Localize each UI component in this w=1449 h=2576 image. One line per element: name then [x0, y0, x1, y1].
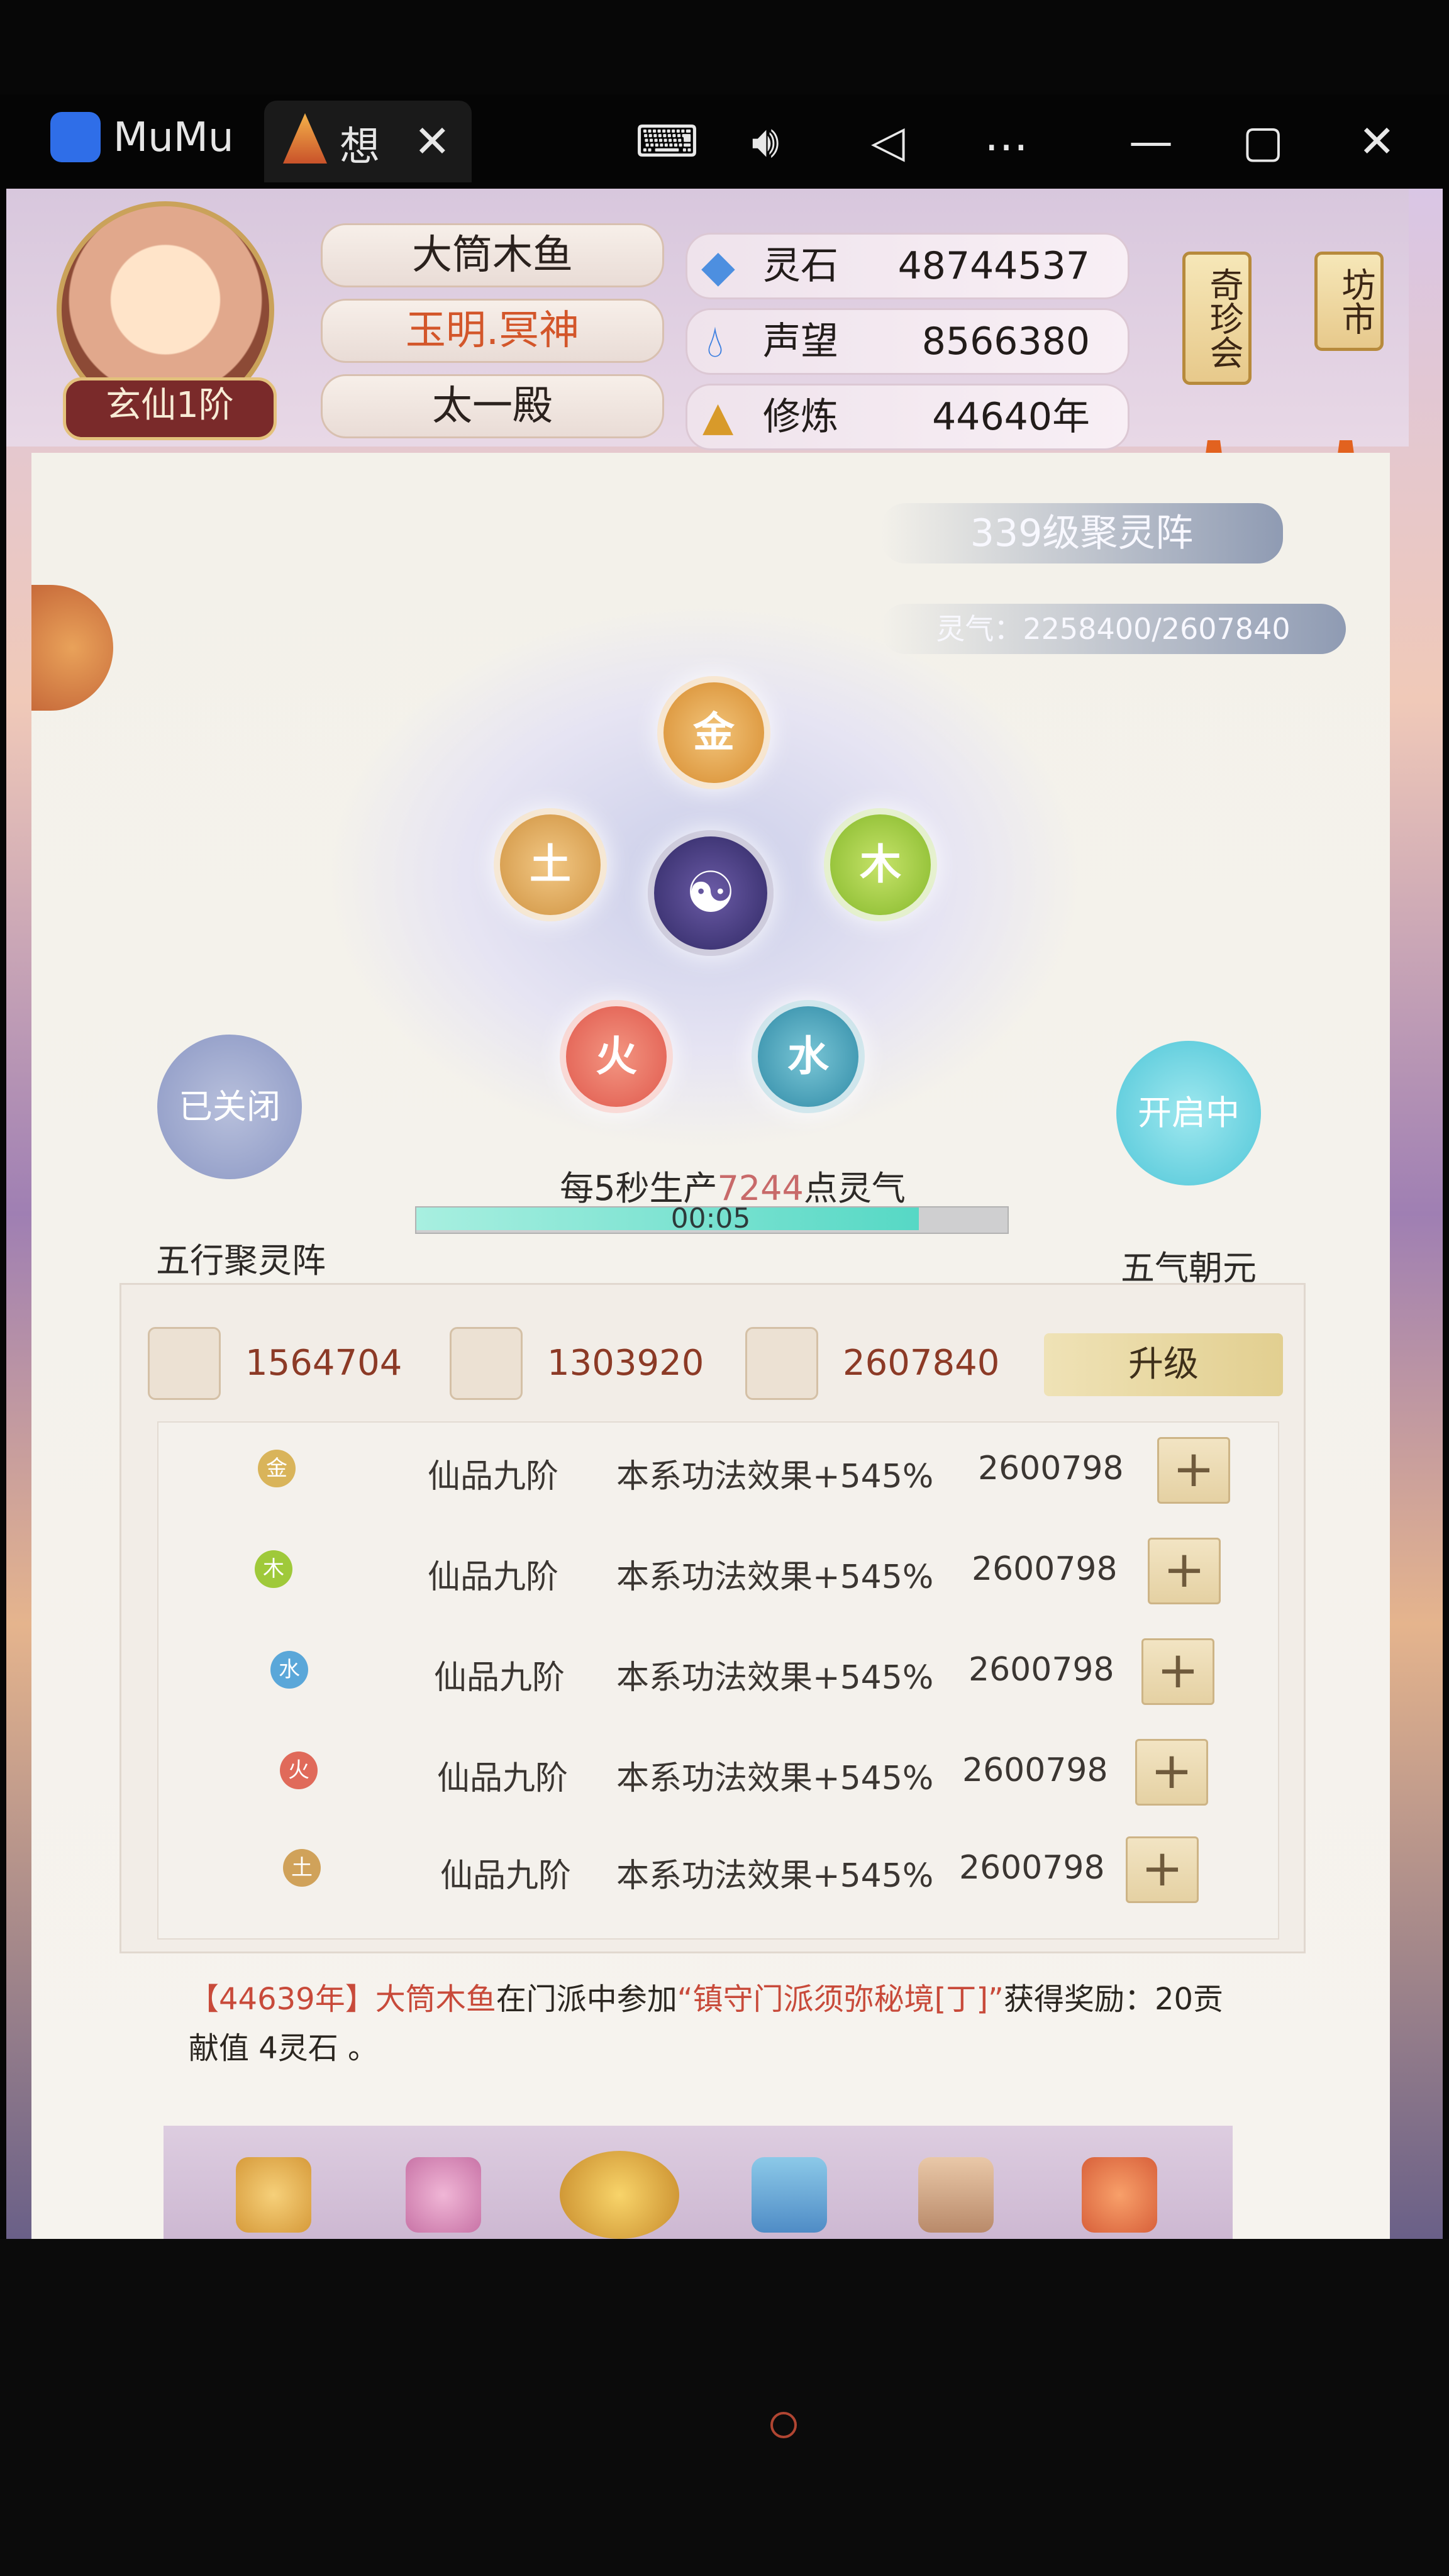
array-level: 339级聚灵阵 — [880, 503, 1283, 564]
resource-value: 1564704 — [245, 1343, 402, 1384]
back-icon[interactable]: ◁ — [871, 119, 905, 164]
player-name: 大筒木鱼 — [321, 223, 664, 287]
row-effect: 本系功法效果+545% — [616, 1558, 934, 1596]
element-row-metal: 金 仙品九阶 本系功法效果+545% 2600798 + — [157, 1434, 1277, 1504]
book-icon — [450, 1327, 523, 1400]
add-wood-button[interactable]: + — [1148, 1538, 1221, 1604]
stat-label: 灵石 — [763, 244, 838, 288]
water-icon: 水 — [270, 1651, 308, 1689]
bottom-icon-5[interactable] — [918, 2157, 994, 2233]
mumu-logo-icon — [50, 112, 101, 162]
stat-value: 48744537 — [897, 244, 1090, 288]
market-button[interactable]: 坊市 — [1314, 252, 1384, 351]
element-row-earth: 土 仙品九阶 本系功法效果+545% 2600798 + — [157, 1833, 1277, 1903]
five-element-array-toggle[interactable]: 已关闭 — [157, 1035, 302, 1179]
reputation-stat: 💧︎ 声望 8566380 — [686, 308, 1130, 375]
row-value: 2600798 — [972, 1550, 1118, 1588]
row-grade: 仙品九阶 — [428, 1458, 559, 1496]
keyboard-icon[interactable]: ⌨ — [635, 119, 699, 164]
bottom-icon-1[interactable] — [236, 2157, 311, 2233]
stat-label: 修炼 — [763, 395, 838, 439]
bottom-icon-6[interactable] — [1082, 2157, 1157, 2233]
yin-yang-icon: ☯ — [648, 830, 774, 956]
app-name: MuMu — [113, 114, 234, 161]
treasure-auction-button[interactable]: 奇珍会 — [1182, 252, 1252, 385]
add-fire-button[interactable]: + — [1135, 1739, 1208, 1806]
player-sect: 太一殿 — [321, 374, 664, 438]
five-qi-toggle[interactable]: 开启中 — [1116, 1041, 1261, 1185]
fire-icon: 火 — [280, 1752, 318, 1789]
water-orb: 水 — [752, 1000, 865, 1113]
row-grade: 仙品九阶 — [434, 1659, 565, 1697]
log-year: 【44639年】 — [189, 1982, 375, 2017]
add-metal-button[interactable]: + — [1157, 1437, 1230, 1504]
upgrade-button[interactable]: 升级 — [1044, 1333, 1283, 1396]
row-value: 2600798 — [978, 1450, 1124, 1487]
bottom-icon-2[interactable] — [406, 2157, 481, 2233]
earth-orb: 土 — [494, 808, 607, 921]
volume-icon[interactable]: 🔊︎ — [752, 119, 779, 164]
bottom-nav-bar — [164, 2126, 1233, 2239]
bottom-icon-4[interactable] — [752, 2157, 827, 2233]
stat-label: 声望 — [763, 319, 838, 364]
row-effect: 本系功法效果+545% — [616, 1760, 934, 1797]
element-row-water: 水 仙品九阶 本系功法效果+545% 2600798 + — [157, 1635, 1277, 1705]
row-value: 2600798 — [969, 1651, 1114, 1689]
power-icon — [770, 2412, 797, 2438]
minimize-icon[interactable]: — — [1129, 119, 1173, 164]
add-water-button[interactable]: + — [1141, 1638, 1214, 1705]
metal-icon: 金 — [258, 1450, 296, 1487]
element-row-wood: 木 仙品九阶 本系功法效果+545% 2600798 + — [157, 1535, 1277, 1604]
spirit-stone-icon: ◆ — [701, 240, 735, 292]
row-grade: 仙品九阶 — [440, 1857, 572, 1895]
earth-icon: 土 — [283, 1849, 321, 1887]
scroll-icon — [148, 1327, 221, 1400]
resource-value: 2607840 — [843, 1343, 1000, 1384]
element-row-fire: 火 仙品九阶 本系功法效果+545% 2600798 + — [157, 1736, 1277, 1806]
herb-icon — [745, 1327, 818, 1400]
row-grade: 仙品九阶 — [437, 1760, 569, 1797]
row-grade: 仙品九阶 — [428, 1558, 559, 1596]
tab-title: 想 — [340, 124, 380, 170]
monitor-bezel — [0, 2239, 1449, 2576]
close-window-icon[interactable]: ✕ — [1358, 119, 1396, 164]
wood-icon: 木 — [255, 1550, 292, 1588]
row-value: 2600798 — [962, 1752, 1108, 1789]
close-tab-icon[interactable]: ✕ — [414, 119, 451, 164]
maximize-icon[interactable]: ▢ — [1242, 119, 1284, 164]
fire-orb: 火 — [560, 1000, 673, 1113]
row-effect: 本系功法效果+545% — [616, 1857, 934, 1895]
stat-value: 44640年 — [932, 395, 1090, 439]
row-effect: 本系功法效果+545% — [616, 1659, 934, 1697]
log-text: 在门派中参加 — [496, 1982, 677, 2017]
player-title: 玉明.冥神 — [321, 299, 664, 363]
log-player-name: 大筒木鱼 — [375, 1982, 496, 2017]
more-icon[interactable]: … — [984, 113, 1028, 157]
row-effect: 本系功法效果+545% — [616, 1458, 934, 1496]
rank-plate: 玄仙1阶 — [63, 377, 277, 440]
reputation-icon: 💧︎ — [706, 316, 724, 367]
row-value: 2600798 — [959, 1849, 1105, 1887]
five-element-array-caption: 五行聚灵阵 — [156, 1241, 326, 1280]
wood-orb: 木 — [824, 808, 937, 921]
log-event: “镇守门派须弥秘境[丁]” — [677, 1982, 1004, 2017]
meditation-icon: ▲ — [702, 394, 734, 440]
spirit-stone-stat: ◆ 灵石 48744537 — [686, 233, 1130, 299]
production-timer: 00:05 — [670, 1202, 751, 1235]
event-log: 【44639年】大筒木鱼在门派中参加“镇守门派须弥秘境[丁]”获得奖励：20贡献… — [189, 1975, 1245, 2073]
bottom-icon-3[interactable] — [560, 2151, 679, 2239]
cultivation-stat: ▲ 修炼 44640年 — [686, 384, 1130, 450]
stat-value: 8566380 — [921, 319, 1090, 364]
resource-value: 1303920 — [547, 1343, 704, 1384]
metal-orb: 金 — [657, 676, 770, 789]
add-earth-button[interactable]: + — [1126, 1836, 1199, 1903]
